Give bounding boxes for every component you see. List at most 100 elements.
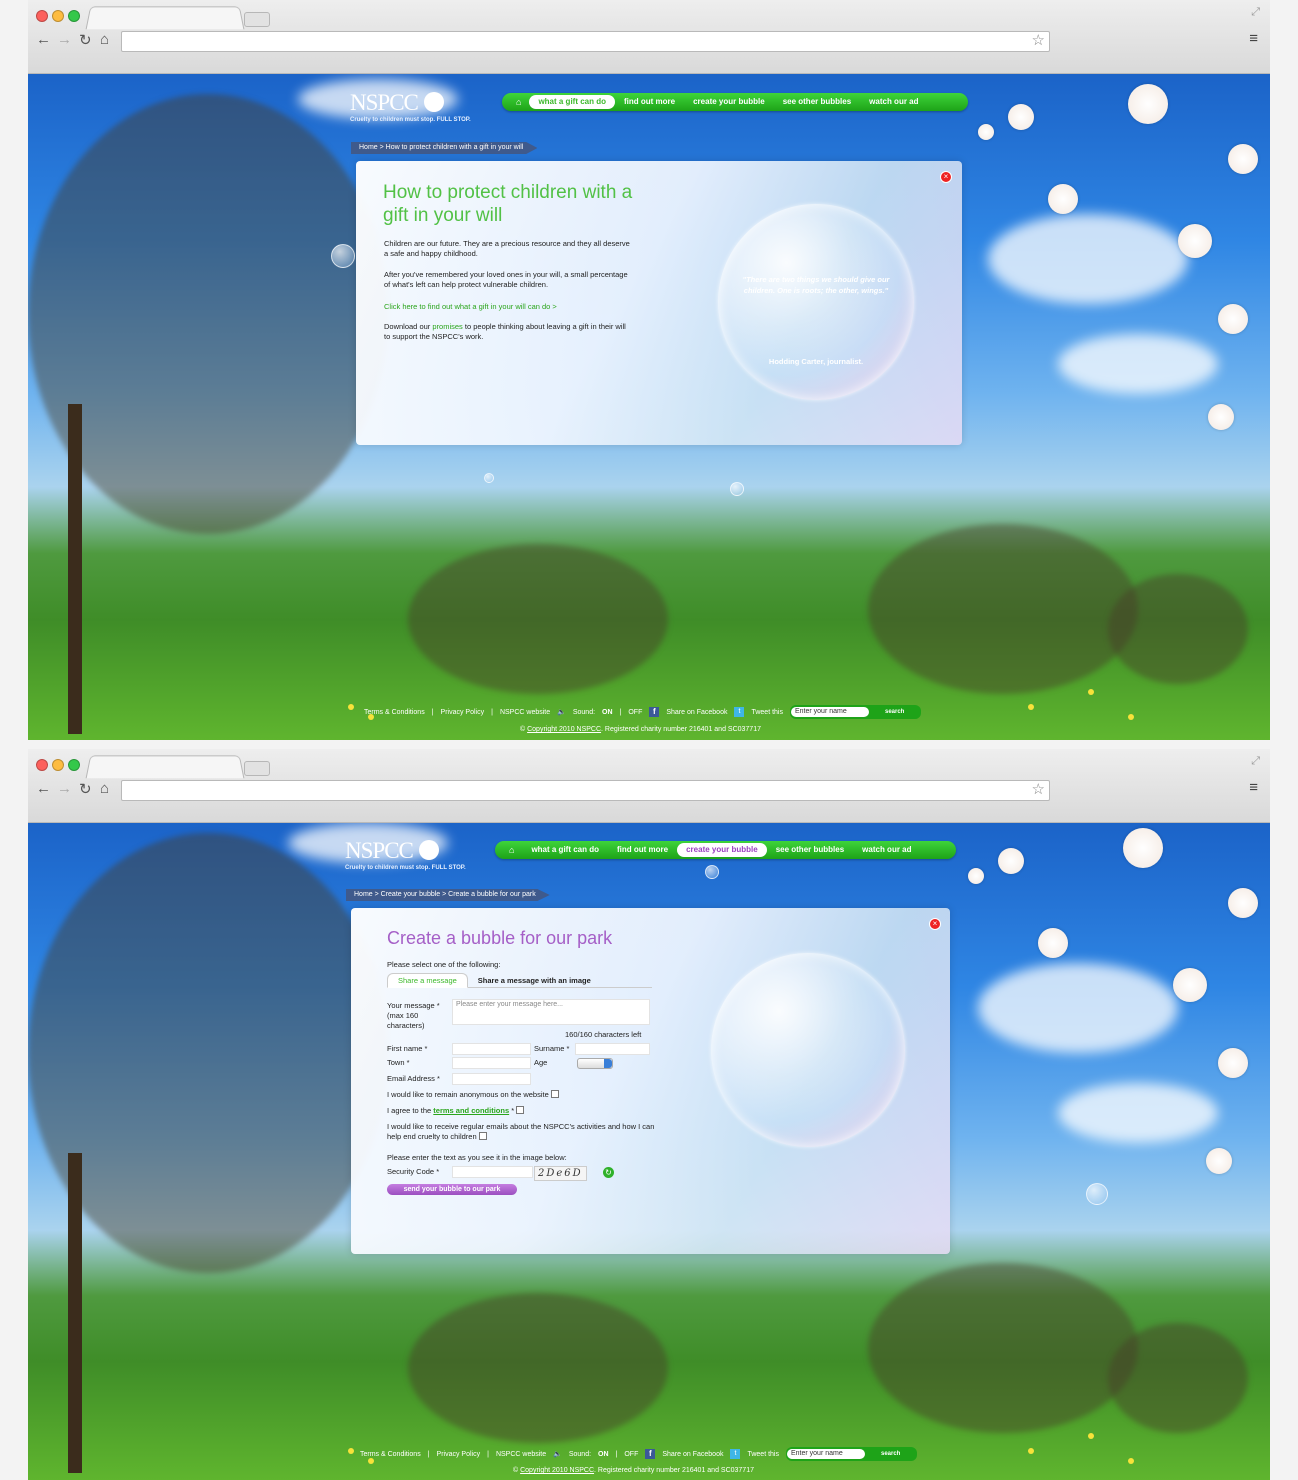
- promises-link[interactable]: promises: [432, 322, 462, 331]
- new-tab-button[interactable]: [244, 12, 270, 27]
- name-search-input[interactable]: Enter your name: [786, 1449, 865, 1459]
- sound-off-toggle[interactable]: OFF: [624, 1451, 638, 1458]
- menu-icon[interactable]: ≡: [1249, 30, 1258, 47]
- terms-link[interactable]: Terms & Conditions: [360, 1451, 421, 1458]
- zoom-window-button[interactable]: [68, 10, 80, 22]
- url-bar[interactable]: ☆: [121, 780, 1050, 801]
- send-bubble-button[interactable]: send your bubble to our park: [387, 1184, 517, 1195]
- menu-icon[interactable]: ≡: [1249, 779, 1258, 796]
- nav-what-a-gift-can-do[interactable]: what a gift can do: [522, 843, 608, 857]
- facebook-icon[interactable]: f: [649, 707, 660, 717]
- message-textarea[interactable]: Please enter your message here...: [452, 999, 650, 1025]
- terms-and-conditions-link[interactable]: terms and conditions: [433, 1106, 509, 1115]
- twitter-icon[interactable]: t: [730, 1449, 741, 1459]
- close-icon[interactable]: ×: [940, 171, 952, 183]
- breadcrumb[interactable]: Home > Create your bubble > Create a bub…: [346, 889, 550, 901]
- tree: [28, 833, 388, 1273]
- privacy-link[interactable]: Privacy Policy: [441, 709, 485, 716]
- home-icon[interactable]: ⌂: [100, 31, 109, 48]
- home-icon[interactable]: ⌂: [501, 843, 522, 857]
- email-field[interactable]: [452, 1073, 531, 1085]
- nspcc-logo[interactable]: NSPCC: [345, 838, 439, 864]
- blossom: [1008, 104, 1034, 130]
- forward-arrow-icon[interactable]: →: [57, 31, 72, 48]
- sound-icon[interactable]: 🔈: [557, 708, 566, 716]
- nav-see-other-bubbles[interactable]: see other bubbles: [774, 95, 860, 109]
- surname-field[interactable]: [575, 1043, 650, 1055]
- tree-trunk: [68, 1153, 82, 1473]
- page-viewport: NSPCC Cruelty to children must stop. FUL…: [28, 823, 1270, 1480]
- home-icon[interactable]: ⌂: [508, 95, 529, 109]
- nspcc-logo[interactable]: NSPCC: [350, 90, 444, 116]
- copyright-link[interactable]: Copyright 2010 NSPCC: [520, 1467, 594, 1474]
- small-bubble: [1086, 1183, 1108, 1205]
- gift-info-link[interactable]: Click here to find out what a gift in yo…: [384, 302, 634, 312]
- sound-on-toggle[interactable]: ON: [602, 709, 613, 716]
- breadcrumb[interactable]: Home > How to protect children with a gi…: [351, 142, 538, 154]
- terms-checkbox[interactable]: [516, 1106, 525, 1114]
- reload-icon[interactable]: ↻: [79, 780, 92, 798]
- reload-icon[interactable]: ↻: [79, 31, 92, 49]
- url-bar[interactable]: ☆: [121, 31, 1050, 52]
- nav-watch-our-ad[interactable]: watch our ad: [860, 95, 927, 109]
- tab-share-message-with-image[interactable]: Share a message with an image: [468, 974, 601, 987]
- close-icon[interactable]: ×: [929, 918, 941, 930]
- browser-tab[interactable]: [85, 6, 245, 30]
- terms-link[interactable]: Terms & Conditions: [364, 709, 425, 716]
- search-button[interactable]: search: [872, 1451, 909, 1457]
- home-icon[interactable]: ⌂: [100, 780, 109, 797]
- sound-on-toggle[interactable]: ON: [598, 1451, 609, 1458]
- search-button[interactable]: search: [876, 709, 913, 715]
- security-code-field[interactable]: [452, 1166, 533, 1178]
- refresh-icon[interactable]: ↻: [603, 1167, 614, 1178]
- tree: [1108, 574, 1248, 684]
- forward-arrow-icon[interactable]: →: [57, 780, 72, 797]
- minimize-window-button[interactable]: [52, 10, 64, 22]
- facebook-share-link[interactable]: Share on Facebook: [662, 1451, 723, 1458]
- browser-chrome: ⤢ ← → ↻ ⌂ ☆ ≡: [28, 0, 1270, 74]
- town-field[interactable]: [452, 1057, 531, 1069]
- fullscreen-icon[interactable]: ⤢: [1251, 755, 1260, 768]
- nav-see-other-bubbles[interactable]: see other bubbles: [767, 843, 853, 857]
- star-icon[interactable]: ☆: [1032, 31, 1045, 49]
- emails-checkbox[interactable]: [478, 1132, 487, 1140]
- close-window-button[interactable]: [36, 759, 48, 771]
- nav-find-out-more[interactable]: find out more: [615, 95, 684, 109]
- tweet-link[interactable]: Tweet this: [751, 709, 783, 716]
- back-arrow-icon[interactable]: ←: [36, 31, 51, 48]
- star-icon[interactable]: ☆: [1032, 780, 1045, 798]
- footer-bar: Terms & Conditions | Privacy Policy | NSPC…: [364, 705, 928, 719]
- browser-tab[interactable]: [85, 755, 245, 779]
- facebook-icon[interactable]: f: [645, 1449, 656, 1459]
- first-name-field[interactable]: [452, 1043, 531, 1055]
- privacy-link[interactable]: Privacy Policy: [437, 1451, 481, 1458]
- tab-share-message[interactable]: Share a message: [387, 973, 468, 988]
- back-arrow-icon[interactable]: ←: [36, 780, 51, 797]
- name-search-input[interactable]: Enter your name: [790, 707, 869, 717]
- twitter-icon[interactable]: t: [734, 707, 745, 717]
- new-tab-button[interactable]: [244, 761, 270, 776]
- anonymous-checkbox[interactable]: [550, 1090, 559, 1098]
- nav-create-your-bubble[interactable]: create your bubble: [684, 95, 774, 109]
- nav-find-out-more[interactable]: find out more: [608, 843, 677, 857]
- surname-label: Surname *: [534, 1044, 570, 1053]
- nav-create-your-bubble[interactable]: create your bubble: [677, 843, 767, 857]
- fullscreen-icon[interactable]: ⤢: [1251, 6, 1260, 19]
- browser-chrome: ⤢ ← → ↻ ⌂ ☆ ≡: [28, 749, 1270, 823]
- age-select[interactable]: [577, 1058, 613, 1069]
- close-window-button[interactable]: [36, 10, 48, 22]
- copyright-link[interactable]: Copyright 2010 NSPCC: [527, 726, 601, 733]
- zoom-window-button[interactable]: [68, 759, 80, 771]
- town-label: Town *: [387, 1058, 410, 1067]
- nav-watch-our-ad[interactable]: watch our ad: [853, 843, 920, 857]
- sound-off-toggle[interactable]: OFF: [628, 709, 642, 716]
- tagline: Cruelty to children must stop. FULL STOP…: [345, 865, 466, 871]
- sound-icon[interactable]: 🔈: [553, 1450, 562, 1458]
- minimize-window-button[interactable]: [52, 759, 64, 771]
- nav-what-a-gift-can-do[interactable]: what a gift can do: [529, 95, 615, 109]
- facebook-share-link[interactable]: Share on Facebook: [666, 709, 727, 716]
- nspcc-website-link[interactable]: NSPCC website: [500, 709, 550, 716]
- nspcc-website-link[interactable]: NSPCC website: [496, 1451, 546, 1458]
- tweet-link[interactable]: Tweet this: [747, 1451, 779, 1458]
- blossom: [1206, 1148, 1232, 1174]
